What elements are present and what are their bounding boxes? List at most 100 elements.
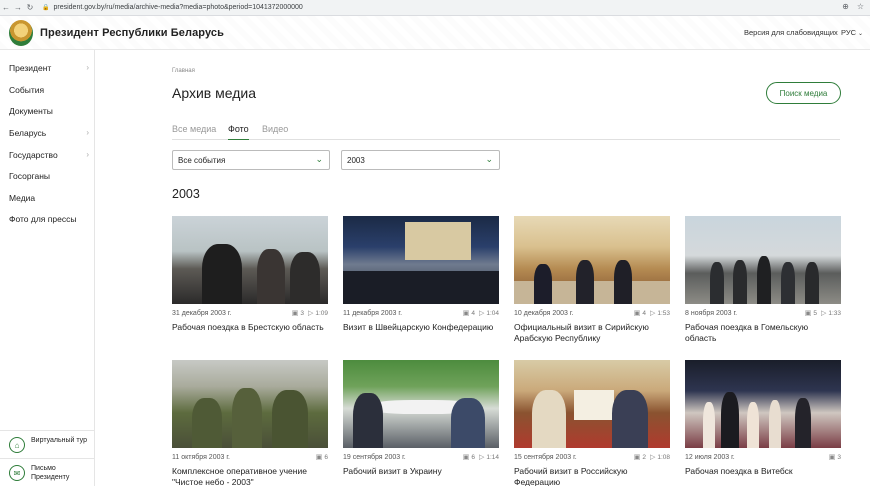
media-date: 15 сентября 2003 г. xyxy=(514,454,577,461)
photo-count-icon: ▣ xyxy=(633,310,641,317)
media-thumbnail[interactable] xyxy=(685,360,841,448)
letter-president-link[interactable]: ✉ Письмо Президенту xyxy=(0,458,95,486)
address-bar[interactable]: 🔒 president.gov.by/ru/media/archive-medi… xyxy=(42,4,303,11)
search-media-button[interactable]: Поиск медиа xyxy=(766,82,841,104)
forward-icon[interactable]: → xyxy=(12,3,24,12)
photo-count-icon: ▣ xyxy=(291,310,299,317)
media-card[interactable]: 19 сентября 2003 г. ▣ 6 ▷ 1:14 Рабочий виз… xyxy=(343,360,499,477)
virtual-tour-link[interactable]: ⌂ Виртуальный тур xyxy=(0,430,95,460)
photo-count: 4 xyxy=(471,309,475,317)
media-thumbnail[interactable] xyxy=(343,216,499,304)
media-card[interactable]: 12 июля 2003 г. ▣ 3 Рабочая поездка в Вит… xyxy=(685,360,841,477)
media-date: 8 ноября 2003 г. xyxy=(685,310,738,317)
media-thumbnail[interactable] xyxy=(514,360,670,448)
sidebar-item-state[interactable]: Государство › xyxy=(9,150,91,160)
site-title[interactable]: Президент Республики Беларусь xyxy=(40,27,224,39)
sidebar-item-president[interactable]: Президент › xyxy=(9,63,91,73)
media-card[interactable]: 15 сентября 2003 г. ▣ 2 ▷ 1:08 Рабочий виз… xyxy=(514,360,670,486)
media-caption[interactable]: Рабочий визит в Украину xyxy=(343,466,499,477)
photo-count: 5 xyxy=(813,309,817,317)
media-thumbnail[interactable] xyxy=(685,216,841,304)
tab-video[interactable]: Видео xyxy=(262,124,288,134)
tour-icon: ⌂ xyxy=(9,437,25,453)
accessibility-link[interactable]: Версия для слабовидящих xyxy=(744,28,838,37)
site-header: Президент Республики Беларусь Версия для… xyxy=(0,16,870,50)
video-play-icon: ▷ xyxy=(649,454,656,461)
breadcrumb[interactable]: Главная xyxy=(172,68,195,74)
media-thumbnail[interactable] xyxy=(343,360,499,448)
photo-count-icon: ▣ xyxy=(828,454,836,461)
video-play-icon: ▷ xyxy=(478,310,485,317)
sidebar-item-label: Президент xyxy=(9,63,52,73)
photo-count-icon: ▣ xyxy=(633,454,641,461)
sidebar-item-press-photos[interactable]: Фото для прессы xyxy=(9,214,91,224)
photo-count: 3 xyxy=(300,309,304,317)
photo-count: 6 xyxy=(471,453,475,461)
sidebar-item-label: Документы xyxy=(9,106,53,116)
sidebar-item-label: События xyxy=(9,85,45,95)
media-date: 11 декабря 2003 г. xyxy=(343,310,403,317)
tab-photo[interactable]: Фото xyxy=(228,124,249,140)
chevron-down-icon: ⌄ xyxy=(315,154,323,164)
video-duration: 1:53 xyxy=(657,309,670,317)
zoom-icon[interactable]: ⊕ xyxy=(842,2,849,11)
media-caption[interactable]: Комплексное оперативное учение "Чистое н… xyxy=(172,466,328,486)
star-icon[interactable]: ☆ xyxy=(857,2,864,11)
lock-icon: 🔒 xyxy=(42,5,50,11)
chevron-right-icon: › xyxy=(86,63,89,72)
media-caption[interactable]: Визит в Швейцарскую Конфедерацию xyxy=(343,322,499,333)
media-thumbnail[interactable] xyxy=(172,216,328,304)
video-play-icon: ▷ xyxy=(478,454,485,461)
video-duration: 1:08 xyxy=(657,453,670,461)
sidebar-item-label: Медиа xyxy=(9,193,36,203)
media-tabs: Все медиа Фото Видео xyxy=(172,123,840,140)
sidebar-item-events[interactable]: События xyxy=(9,85,91,95)
video-play-icon: ▷ xyxy=(820,310,827,317)
media-card[interactable]: 10 декабря 2003 г. ▣ 4 ▷ 1:53 Официальный … xyxy=(514,216,670,343)
year-heading: 2003 xyxy=(172,187,200,201)
video-play-icon: ▷ xyxy=(307,310,314,317)
language-selector[interactable]: РУС ⌄ xyxy=(841,28,863,37)
events-select-value: Все события xyxy=(178,155,226,165)
photo-count-icon: ▣ xyxy=(315,454,323,461)
emblem-logo[interactable] xyxy=(9,20,33,46)
sidebar-item-gov-bodies[interactable]: Госорганы xyxy=(9,171,91,181)
events-select[interactable]: Все события ⌄ xyxy=(172,150,330,170)
media-date: 10 декабря 2003 г. xyxy=(514,310,574,317)
media-caption[interactable]: Рабочий визит в Российскую Федерацию xyxy=(514,466,670,486)
media-card[interactable]: 11 декабря 2003 г. ▣ 4 ▷ 1:04 Визит в Швей… xyxy=(343,216,499,333)
chevron-right-icon: › xyxy=(86,150,89,159)
letter-president-label: Письмо Президенту xyxy=(31,465,70,481)
year-select[interactable]: 2003 ⌄ xyxy=(341,150,500,170)
media-caption[interactable]: Официальный визит в Сирийскую Арабскую Р… xyxy=(514,322,670,343)
media-card[interactable]: 31 декабря 2003 г. ▣ 3 ▷ 1:09 Рабочая поез… xyxy=(172,216,328,333)
media-thumbnail[interactable] xyxy=(172,360,328,448)
media-card[interactable]: 11 октября 2003 г. ▣ 6 Комплексное операт… xyxy=(172,360,328,486)
sidebar: Президент › События Документы Беларусь › Г… xyxy=(0,50,95,486)
media-date: 12 июля 2003 г. xyxy=(685,454,735,461)
browser-toolbar: ← → ↻ 🔒 president.gov.by/ru/media/archiv… xyxy=(0,0,870,16)
sidebar-item-documents[interactable]: Документы xyxy=(9,106,91,116)
sidebar-item-belarus[interactable]: Беларусь › xyxy=(9,128,91,138)
media-caption[interactable]: Рабочая поездка в Витебск xyxy=(685,466,841,477)
video-duration: 1:33 xyxy=(828,309,841,317)
media-caption[interactable]: Рабочая поездка в Брестскую область xyxy=(172,322,328,333)
media-card[interactable]: 8 ноября 2003 г. ▣ 5 ▷ 1:33 Рабочая поездк… xyxy=(685,216,841,343)
tab-all-media[interactable]: Все медиа xyxy=(172,124,216,134)
mail-icon: ✉ xyxy=(9,465,25,481)
photo-count-icon: ▣ xyxy=(462,310,470,317)
photo-count-icon: ▣ xyxy=(462,454,470,461)
media-caption[interactable]: Рабочая поездка в Гомельскую область xyxy=(685,322,841,343)
sidebar-item-label: Госорганы xyxy=(9,171,51,181)
sidebar-item-media[interactable]: Медиа xyxy=(9,193,91,203)
back-icon[interactable]: ← xyxy=(0,3,12,12)
photo-count: 6 xyxy=(324,453,328,461)
media-thumbnail[interactable] xyxy=(514,216,670,304)
photo-count: 2 xyxy=(642,453,646,461)
media-date: 11 октября 2003 г. xyxy=(172,454,230,461)
video-duration: 1:04 xyxy=(486,309,499,317)
page-title: Архив медиа xyxy=(172,85,256,101)
sidebar-item-label: Фото для прессы xyxy=(9,214,77,224)
chevron-down-icon: ⌄ xyxy=(485,154,493,164)
reload-icon[interactable]: ↻ xyxy=(24,3,36,12)
